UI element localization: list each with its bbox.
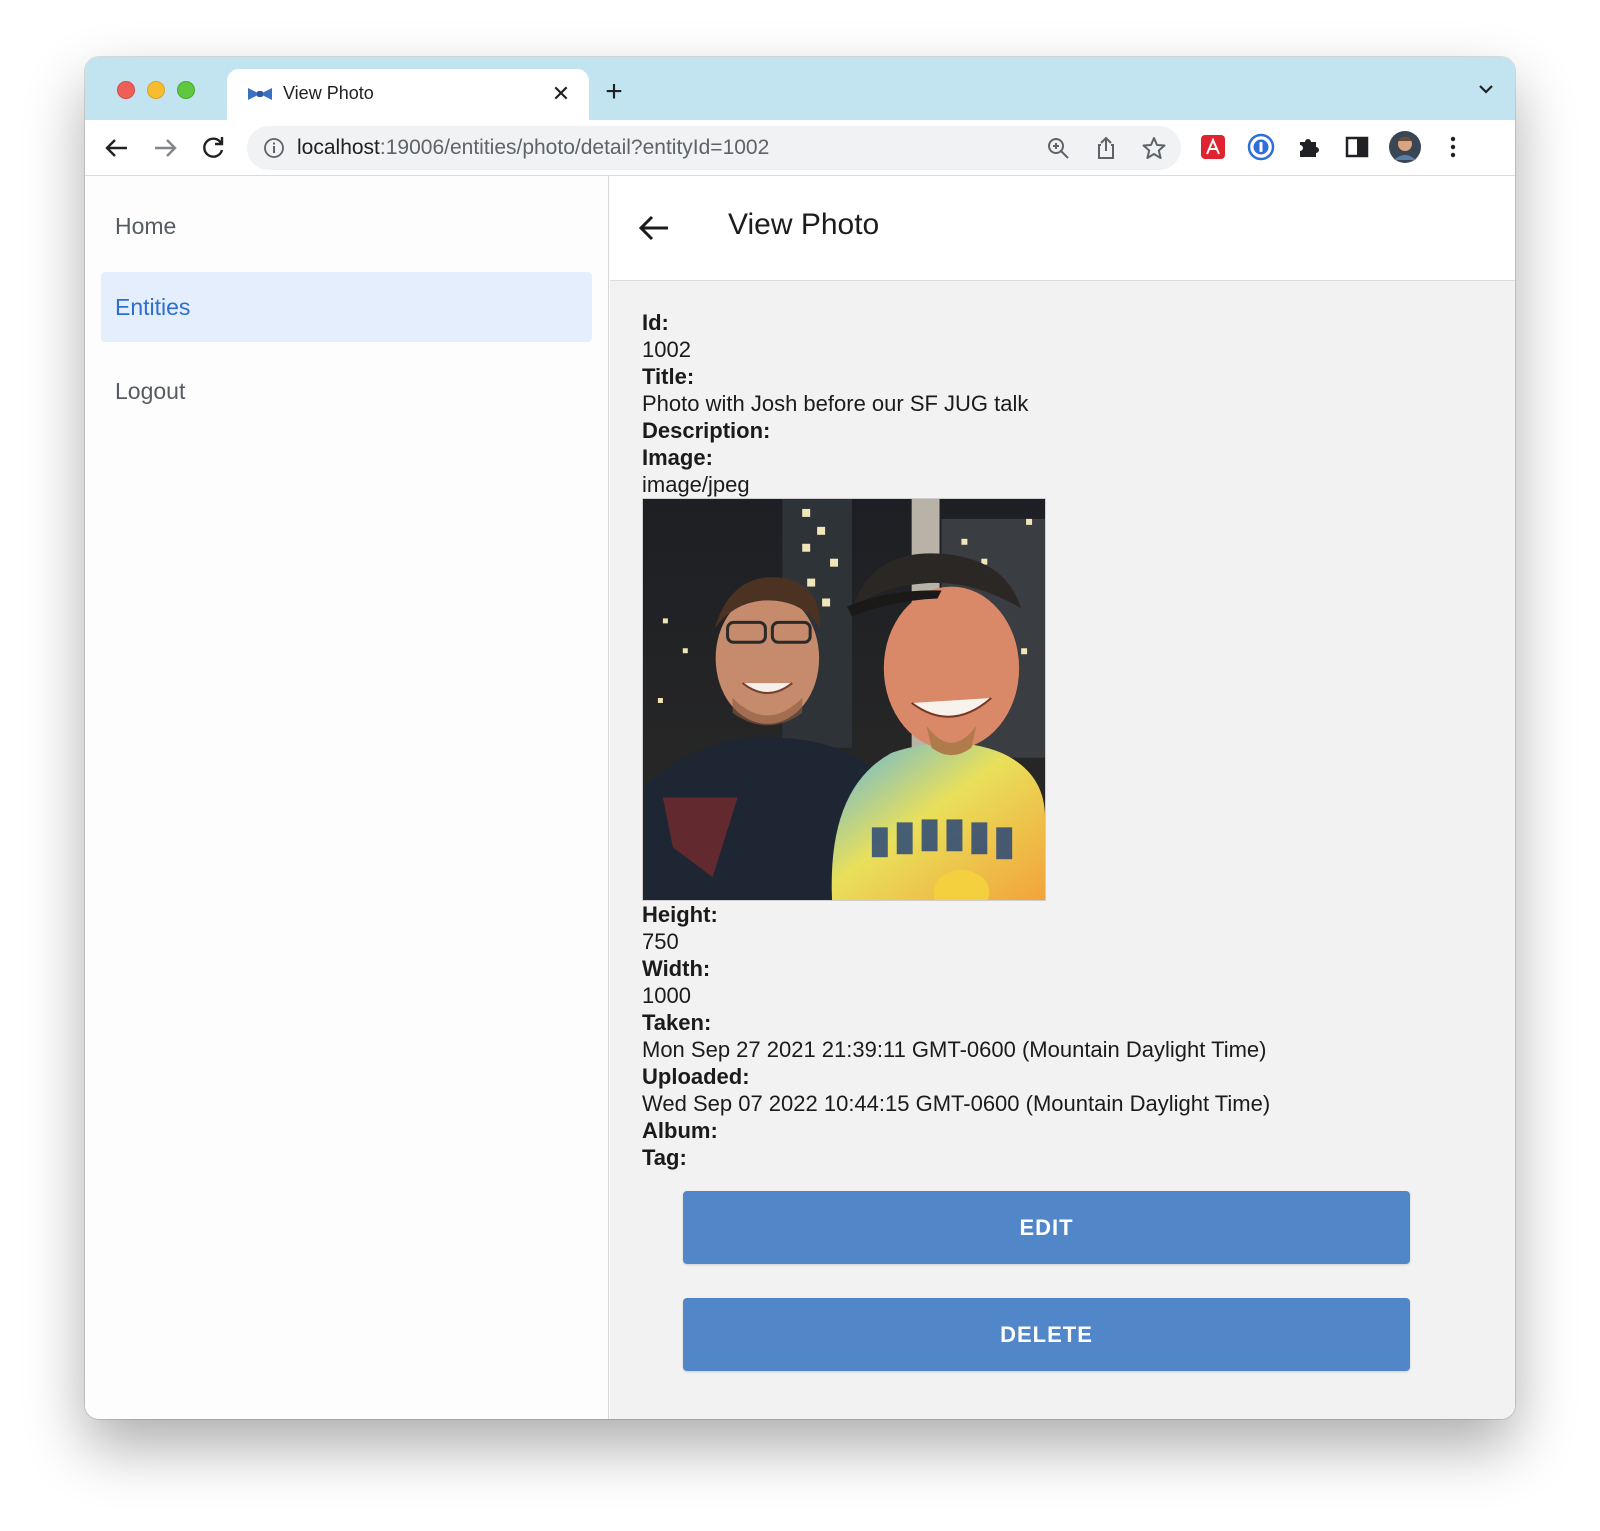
profile-avatar[interactable] <box>1388 130 1422 164</box>
sidebar-item-logout[interactable]: Logout <box>101 356 592 426</box>
id-label: Id: <box>642 310 669 335</box>
image-label: Image: <box>642 445 713 470</box>
height-value: 750 <box>642 929 679 954</box>
page-title: View Photo <box>728 208 880 241</box>
bookmark-star-icon[interactable] <box>1141 135 1167 161</box>
sidebar: Home Entities Logout <box>85 176 609 1419</box>
zoom-icon[interactable] <box>1045 135 1071 161</box>
tab-strip: View Photo ✕ + <box>85 57 1515 120</box>
acrobat-extension-icon[interactable] <box>1198 132 1228 162</box>
back-arrow-icon[interactable] <box>636 210 672 246</box>
delete-button[interactable]: DELETE <box>683 1298 1410 1371</box>
edit-button[interactable]: EDIT <box>683 1191 1410 1264</box>
address-bar[interactable]: localhost:19006/entities/photo/detail?en… <box>247 126 1181 170</box>
page-header: View Photo <box>610 176 1515 281</box>
sidebar-item-home[interactable]: Home <box>101 191 592 261</box>
browser-tab[interactable]: View Photo ✕ <box>227 69 589 120</box>
width-value: 1000 <box>642 983 691 1008</box>
url-text[interactable]: localhost:19006/entities/photo/detail?en… <box>297 136 769 160</box>
title-value: Photo with Josh before our SF JUG talk <box>642 391 1029 416</box>
tab-search-chevron-icon[interactable] <box>1477 82 1495 96</box>
password-manager-extension-icon[interactable] <box>1246 132 1276 162</box>
photo-detail: Id: 1002 Title: Photo with Josh before o… <box>642 309 1422 1171</box>
image-type: image/jpeg <box>642 472 750 497</box>
menu-kebab-icon[interactable] <box>1438 132 1468 162</box>
uploaded-value: Wed Sep 07 2022 10:44:15 GMT-0600 (Mount… <box>642 1091 1271 1116</box>
id-value: 1002 <box>642 337 691 362</box>
forward-icon[interactable] <box>151 134 179 162</box>
photo-image <box>642 498 1046 901</box>
taken-value: Mon Sep 27 2021 21:39:11 GMT-0600 (Mount… <box>642 1037 1267 1062</box>
share-icon[interactable] <box>1093 135 1119 161</box>
site-info-icon[interactable] <box>263 137 285 159</box>
tab-title: View Photo <box>283 83 374 103</box>
app-viewport: Home Entities Logout View Photo Id: 1002… <box>85 176 1515 1419</box>
title-label: Title: <box>642 364 695 389</box>
back-icon[interactable] <box>103 134 131 162</box>
reload-icon[interactable] <box>199 134 227 162</box>
album-label: Album: <box>642 1118 718 1143</box>
tag-label: Tag: <box>642 1145 687 1170</box>
maximize-window-button[interactable] <box>177 81 195 99</box>
description-label: Description: <box>642 418 771 443</box>
side-panel-icon[interactable] <box>1342 132 1372 162</box>
minimize-window-button[interactable] <box>147 81 165 99</box>
extensions-puzzle-icon[interactable] <box>1294 132 1324 162</box>
uploaded-label: Uploaded: <box>642 1064 750 1089</box>
main-content: View Photo Id: 1002 Title: Photo with Jo… <box>610 176 1515 1419</box>
width-label: Width: <box>642 956 711 981</box>
new-tab-icon[interactable]: + <box>599 77 629 108</box>
browser-toolbar: localhost:19006/entities/photo/detail?en… <box>85 120 1515 176</box>
close-window-button[interactable] <box>117 81 135 99</box>
browser-window: View Photo ✕ + localhost:19006/entities/… <box>85 57 1515 1419</box>
sidebar-item-entities[interactable]: Entities <box>101 272 592 342</box>
bowtie-favicon-icon <box>248 88 272 100</box>
taken-label: Taken: <box>642 1010 712 1035</box>
tab-close-icon[interactable]: ✕ <box>547 80 575 108</box>
height-label: Height: <box>642 902 718 927</box>
